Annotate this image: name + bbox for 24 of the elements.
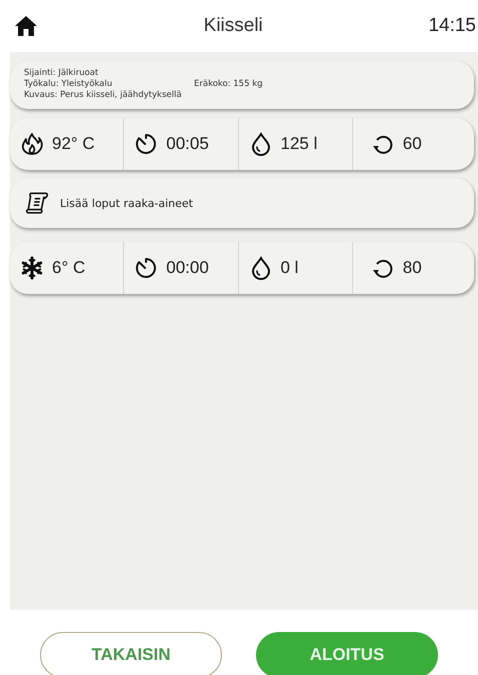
timer-icon	[134, 256, 158, 280]
home-icon[interactable]	[14, 15, 38, 37]
temperature-value: 6° C	[52, 258, 86, 278]
duration-value: 00:05	[166, 134, 209, 154]
temperature-value: 92° C	[52, 134, 95, 154]
location-text: Sijainti: Jälkiruoat	[24, 68, 100, 78]
process-step-card[interactable]: 92° C 00:05 125 l 60	[10, 118, 474, 170]
duration-value: 00:00	[166, 258, 209, 278]
screen-title: Kiisseli	[204, 15, 263, 37]
batch-size-text: Eräkoko: 155 kg	[194, 79, 264, 89]
timer-icon	[134, 132, 158, 156]
scroll-icon	[24, 190, 50, 216]
water-amount-value: 125 l	[280, 134, 318, 154]
rotation-speed-value: 60	[402, 134, 422, 154]
clock-time: 14:15	[428, 15, 476, 37]
instruction-step-card[interactable]: Lisää loput raaka-aineet	[10, 178, 474, 228]
instruction-text: Lisää loput raaka-aineet	[60, 196, 193, 210]
description-text: Kuvaus: Perus kiisseli, jäähdytyksellä	[24, 90, 183, 100]
rotation-speed-value: 80	[402, 258, 422, 278]
water-amount-value: 0 l	[280, 258, 298, 278]
process-step-card[interactable]: 6° C 00:00 0 l 80	[10, 242, 474, 294]
flame-icon	[20, 132, 44, 156]
snowflake-icon	[20, 256, 44, 280]
tool-text: Työkalu: Yleistyökalu	[24, 79, 114, 89]
